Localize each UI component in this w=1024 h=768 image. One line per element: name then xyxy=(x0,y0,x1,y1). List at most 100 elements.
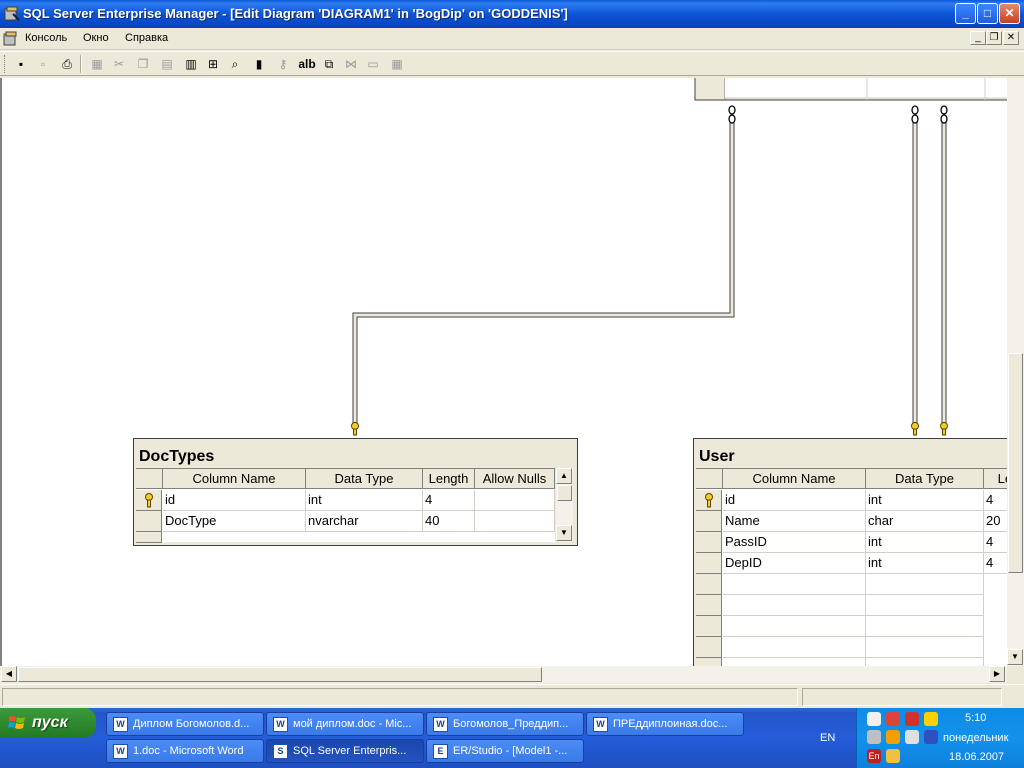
cell-length[interactable]: 4 xyxy=(984,553,1007,574)
copy-icon[interactable]: ❐ xyxy=(134,55,152,73)
column-grid[interactable]: Column Name Data Type Length Allow Nulls… xyxy=(136,468,555,543)
language-badge[interactable]: En xyxy=(867,749,881,763)
primary-key-icon[interactable]: ⚷ xyxy=(274,55,292,73)
row-selector[interactable] xyxy=(136,532,162,543)
row-selector[interactable] xyxy=(136,490,162,511)
cell-data-type[interactable]: int xyxy=(866,532,984,553)
menu-help[interactable]: Справка xyxy=(125,32,168,44)
menu-window[interactable]: Окно xyxy=(83,32,109,44)
scroll-thumb[interactable] xyxy=(18,667,542,682)
tray-app-icon[interactable] xyxy=(924,730,938,744)
new-table-icon[interactable]: ▦ xyxy=(88,55,106,73)
row-selector[interactable] xyxy=(696,658,722,666)
column-header[interactable]: Length xyxy=(423,469,475,489)
print-icon[interactable]: ⎙ xyxy=(58,55,76,73)
cell-length[interactable]: 4 xyxy=(984,532,1007,553)
row-selector[interactable] xyxy=(696,637,722,658)
empty-cell[interactable] xyxy=(866,637,984,658)
scroll-right-arrow-icon[interactable]: ▶ xyxy=(989,666,1005,682)
close-button[interactable]: ✕ xyxy=(999,3,1020,24)
column-header[interactable]: Data Type xyxy=(306,469,423,489)
cell-allow-nulls[interactable] xyxy=(475,511,555,532)
row-selector[interactable] xyxy=(696,490,722,511)
column-header[interactable]: Column Name xyxy=(723,469,866,489)
add-related-tables-icon[interactable]: ⊞ xyxy=(204,55,222,73)
new-text-annotation-icon[interactable]: alb xyxy=(296,55,318,73)
empty-cell[interactable] xyxy=(723,574,866,595)
cell-length[interactable]: 4 xyxy=(984,490,1007,511)
table-user[interactable]: User Column Name Data Type Len id int 4 … xyxy=(693,438,1007,666)
taskbar-button[interactable]: W 1.doc - Microsoft Word xyxy=(106,739,264,763)
column-header[interactable]: Data Type xyxy=(866,469,984,489)
row-selector[interactable] xyxy=(696,553,722,574)
diagram-window-icon[interactable] xyxy=(3,31,19,47)
empty-cell[interactable] xyxy=(723,595,866,616)
mdi-restore-button[interactable]: ❐ xyxy=(986,31,1002,45)
cell-data-type[interactable]: char xyxy=(866,511,984,532)
row-selector[interactable] xyxy=(696,511,722,532)
cell-column-name[interactable]: PassID xyxy=(723,532,866,553)
column-header[interactable]: Column Name xyxy=(163,469,306,489)
taskbar-button[interactable]: W Богомолов_Преддип... xyxy=(426,712,584,736)
maximize-button[interactable]: □ xyxy=(977,3,998,24)
taskbar-button[interactable]: Wмой диплом.doc - Mic... xyxy=(266,712,424,736)
clock-time[interactable]: 5:10 xyxy=(965,712,986,724)
pen-icon[interactable] xyxy=(886,749,900,763)
cell-length[interactable]: 20 xyxy=(984,511,1007,532)
scroll-left-arrow-icon[interactable]: ◀ xyxy=(1,666,17,682)
zoom-icon[interactable]: ⌕ xyxy=(226,55,244,73)
start-button[interactable]: пуск xyxy=(0,708,96,738)
save-change-script-icon[interactable]: ▫ xyxy=(34,55,52,73)
taskbar-button[interactable]: W Диплом Богомолов.d... xyxy=(106,712,264,736)
network-icon[interactable] xyxy=(867,712,881,726)
cell-column-name[interactable]: id xyxy=(723,490,866,511)
scroll-thumb[interactable] xyxy=(557,485,572,501)
empty-cell[interactable] xyxy=(723,637,866,658)
save-icon[interactable]: ▪ xyxy=(12,55,30,73)
empty-cell[interactable] xyxy=(866,616,984,637)
paste-icon[interactable]: ▤ xyxy=(158,55,176,73)
cell-data-type[interactable]: nvarchar xyxy=(306,511,423,532)
cell-column-name[interactable]: Name xyxy=(723,511,866,532)
add-table-icon[interactable]: ▥ xyxy=(182,55,200,73)
taskbar-button[interactable]: E ER/Studio - [Model1 -... xyxy=(426,739,584,763)
speaker-icon[interactable] xyxy=(867,730,881,744)
warning-icon[interactable] xyxy=(924,712,938,726)
cell-column-name[interactable]: id xyxy=(163,490,306,511)
column-grid[interactable]: Column Name Data Type Len id int 4 Name … xyxy=(696,468,1007,666)
menu-console[interactable]: Консоль xyxy=(25,32,67,44)
empty-cell[interactable] xyxy=(866,658,984,666)
canvas-horizontal-scrollbar[interactable]: ◀ ▶ xyxy=(0,666,1007,683)
row-selector[interactable] xyxy=(136,511,162,532)
row-selector[interactable] xyxy=(696,616,722,637)
row-selector[interactable] xyxy=(696,574,722,595)
scroll-down-arrow-icon[interactable]: ▼ xyxy=(1007,649,1023,665)
cell-length[interactable]: 4 xyxy=(423,490,475,511)
cell-length[interactable]: 40 xyxy=(423,511,475,532)
shield-icon[interactable] xyxy=(905,712,919,726)
row-selector[interactable] xyxy=(696,532,722,553)
table-vertical-scrollbar[interactable]: ▲ ▼ xyxy=(556,468,573,542)
cell-allow-nulls[interactable] xyxy=(475,490,555,511)
column-header[interactable]: Len xyxy=(984,469,1007,489)
scroll-down-arrow-icon[interactable]: ▼ xyxy=(556,525,572,541)
properties-icon[interactable]: ▮ xyxy=(250,55,268,73)
taskbar-button[interactable]: W ПРЕддиплоиная.doc... xyxy=(586,712,744,736)
cut-icon[interactable]: ✂ xyxy=(110,55,128,73)
show-relationship-labels-icon[interactable]: ⋈ xyxy=(342,55,360,73)
volume-icon[interactable] xyxy=(886,730,900,744)
arrange-tables-icon[interactable]: ⧉ xyxy=(320,55,338,73)
toolbar-grip[interactable] xyxy=(4,55,7,73)
mdi-minimize-button[interactable]: _ xyxy=(970,31,986,45)
taskbar-button[interactable]: S SQL Server Enterpris... xyxy=(266,739,424,763)
safely-remove-icon[interactable] xyxy=(905,730,919,744)
empty-cell[interactable] xyxy=(723,616,866,637)
canvas-vertical-scrollbar[interactable]: ▼ xyxy=(1007,78,1024,666)
scroll-up-arrow-icon[interactable]: ▲ xyxy=(556,468,572,484)
scroll-thumb[interactable] xyxy=(1008,353,1023,573)
empty-cell[interactable] xyxy=(866,595,984,616)
cell-column-name[interactable]: DepID xyxy=(723,553,866,574)
cell-data-type[interactable]: int xyxy=(306,490,423,511)
language-indicator[interactable]: EN xyxy=(820,732,835,744)
page-breaks-icon[interactable]: ▦ xyxy=(388,55,406,73)
